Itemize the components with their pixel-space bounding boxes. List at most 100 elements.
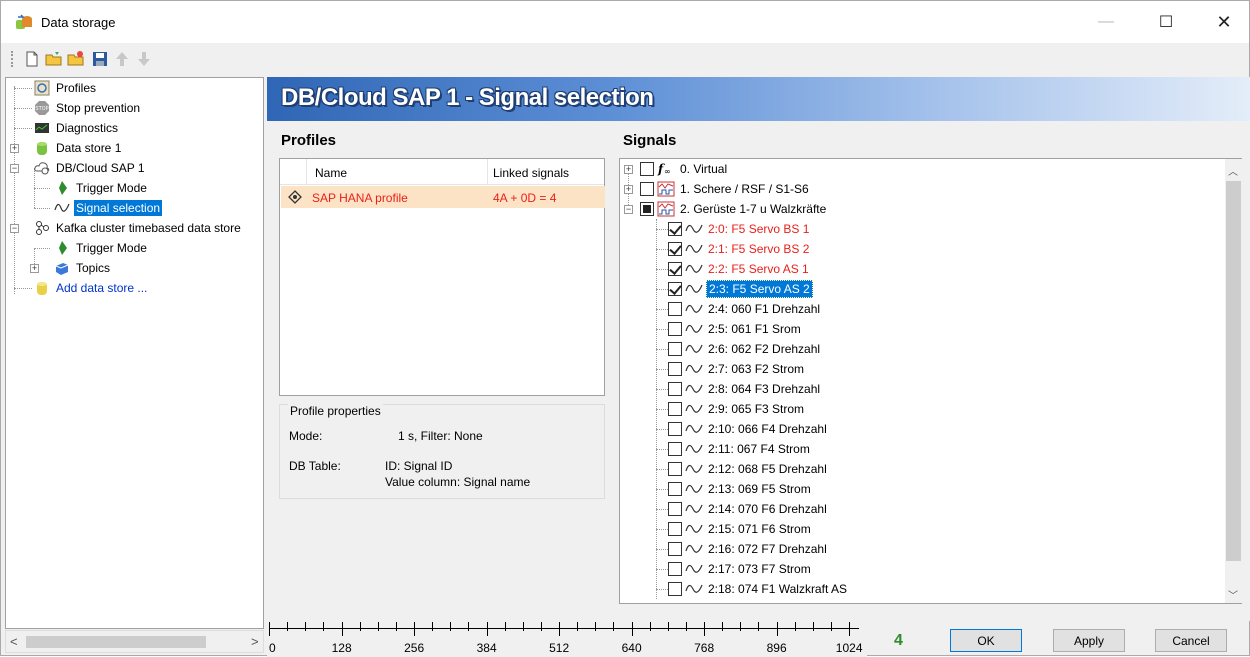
signal-item[interactable]: 2:13: 069 F5 Strom xyxy=(668,479,813,499)
tree-item-trigger-mode[interactable]: Trigger Mode xyxy=(54,178,149,198)
scrollbar-thumb[interactable] xyxy=(1226,181,1241,561)
collapse-toggle[interactable]: − xyxy=(10,224,19,233)
scroll-up-icon[interactable]: ︿ xyxy=(1228,163,1238,178)
ruler-tick xyxy=(849,622,850,636)
collapse-toggle[interactable]: − xyxy=(624,205,633,214)
signal-group-gerueste[interactable]: 2. Gerüste 1-7 u Walzkräfte xyxy=(640,199,828,219)
tree-item-db-cloud-sap-1[interactable]: DB/Cloud SAP 1 xyxy=(34,158,147,178)
expand-toggle[interactable]: + xyxy=(624,185,633,194)
cancel-button[interactable]: Cancel xyxy=(1155,629,1227,652)
signal-checkbox[interactable] xyxy=(668,362,682,376)
signal-checkbox[interactable] xyxy=(668,322,682,336)
signal-group-virtual[interactable]: f ∞ 0. Virtual xyxy=(640,159,729,179)
signal-item[interactable]: 2:18: 074 F1 Walzkraft AS xyxy=(668,579,849,599)
signal-label: 2:3: F5 Servo AS 2 xyxy=(706,280,813,298)
signal-item[interactable]: 2:14: 070 F6 Drehzahl xyxy=(668,499,829,519)
maximize-button[interactable]: ☐ xyxy=(1143,1,1189,43)
signal-item[interactable]: 2:16: 072 F7 Drehzahl xyxy=(668,539,829,559)
signals-vertical-scrollbar[interactable]: ︿ ﹀ xyxy=(1225,159,1242,603)
signal-item[interactable]: 2:15: 071 F6 Strom xyxy=(668,519,813,539)
tree-item-data-store-1[interactable]: Data store 1 xyxy=(34,138,123,158)
scroll-right-icon[interactable]: > xyxy=(251,634,259,649)
open-icon[interactable] xyxy=(45,50,63,68)
stop-icon: STOP xyxy=(35,101,49,115)
column-header-name[interactable]: Name xyxy=(315,166,347,180)
signal-item[interactable]: 2:9: 065 F3 Strom xyxy=(668,399,806,419)
minimize-button[interactable]: — xyxy=(1083,1,1129,43)
signal-wave-icon xyxy=(685,344,703,353)
signal-item[interactable]: 2:10: 066 F4 Drehzahl xyxy=(668,419,829,439)
ruler-label: 1024 xyxy=(835,641,863,655)
signal-item[interactable]: 2:5: 061 F1 Srom xyxy=(668,319,803,339)
signal-item[interactable]: 2:7: 063 F2 Strom xyxy=(668,359,806,379)
tree-item-diagnostics[interactable]: Diagnostics xyxy=(34,118,120,138)
ok-button[interactable]: OK xyxy=(950,629,1022,652)
tree-item-stop-prevention[interactable]: STOP Stop prevention xyxy=(34,98,142,118)
expand-toggle[interactable]: + xyxy=(30,264,39,273)
signal-item[interactable]: 2:12: 068 F5 Drehzahl xyxy=(668,459,829,479)
signal-checkbox[interactable] xyxy=(668,562,682,576)
signal-checkbox[interactable] xyxy=(668,242,682,256)
expand-toggle[interactable]: + xyxy=(624,165,633,174)
signal-checkbox[interactable] xyxy=(668,382,682,396)
tree-item-profiles[interactable]: Profiles xyxy=(34,78,98,98)
save-icon[interactable] xyxy=(91,50,109,68)
signal-item[interactable]: 2:2: F5 Servo AS 1 xyxy=(668,259,811,279)
signal-checkbox[interactable] xyxy=(668,342,682,356)
group-checkbox-partial[interactable] xyxy=(640,202,654,216)
signal-module-icon xyxy=(657,181,675,197)
title-bar: Data storage — ☐ ✕ xyxy=(1,1,1249,43)
profile-row-sap-hana[interactable]: SAP HANA profile 4A + 0D = 4 xyxy=(281,186,605,208)
scroll-left-icon[interactable]: < xyxy=(10,634,18,649)
tree-item-add-data-store[interactable]: Add data store ... xyxy=(34,278,149,298)
column-separator xyxy=(487,159,488,185)
tree-item-signal-selection[interactable]: Signal selection xyxy=(54,198,163,218)
signal-item[interactable]: 2:4: 060 F1 Drehzahl xyxy=(668,299,822,319)
signal-checkbox[interactable] xyxy=(668,402,682,416)
tree-item-kafka-trigger-mode[interactable]: Trigger Mode xyxy=(54,238,149,258)
group-checkbox[interactable] xyxy=(640,182,654,196)
signal-checkbox[interactable] xyxy=(668,522,682,536)
signal-checkbox[interactable] xyxy=(668,462,682,476)
expand-toggle[interactable]: + xyxy=(10,144,19,153)
ruler-tick xyxy=(522,622,524,631)
signal-checkbox[interactable] xyxy=(668,442,682,456)
column-header-linked-signals[interactable]: Linked signals xyxy=(493,166,569,180)
signal-checkbox[interactable] xyxy=(668,282,682,296)
ruler-tick xyxy=(486,622,488,636)
signal-checkbox[interactable] xyxy=(668,482,682,496)
close-button[interactable]: ✕ xyxy=(1201,1,1247,43)
signal-item[interactable]: 2:0: F5 Servo BS 1 xyxy=(668,219,811,239)
tree-item-topics[interactable]: Topics xyxy=(54,258,112,278)
signal-item[interactable]: 2:3: F5 Servo AS 2 xyxy=(668,279,813,299)
signal-checkbox[interactable] xyxy=(668,422,682,436)
profiles-list: Name Linked signals SAP HANA profile 4A … xyxy=(279,158,605,396)
signal-checkbox[interactable] xyxy=(668,542,682,556)
signal-item[interactable]: 2:1: F5 Servo BS 2 xyxy=(668,239,811,259)
scrollbar-thumb[interactable] xyxy=(26,636,206,648)
signal-item[interactable]: 2:6: 062 F2 Drehzahl xyxy=(668,339,822,359)
tree-line xyxy=(656,469,668,470)
signal-checkbox[interactable] xyxy=(668,262,682,276)
move-down-icon[interactable] xyxy=(135,50,153,68)
signal-checkbox[interactable] xyxy=(668,582,682,596)
signal-item[interactable]: 2:11: 067 F4 Strom xyxy=(668,439,812,459)
signal-label: 2:0: F5 Servo BS 1 xyxy=(708,222,810,236)
left-horizontal-scrollbar[interactable]: < > xyxy=(5,630,264,653)
new-icon[interactable] xyxy=(23,50,41,68)
collapse-toggle[interactable]: − xyxy=(10,164,19,173)
toolbar-grip[interactable] xyxy=(11,51,14,67)
signal-checkbox[interactable] xyxy=(668,222,682,236)
signal-checkbox[interactable] xyxy=(668,302,682,316)
tree-line xyxy=(14,108,32,109)
scroll-down-icon[interactable]: ﹀ xyxy=(1228,587,1238,602)
tree-item-kafka-cluster[interactable]: Kafka cluster timebased data store xyxy=(34,218,243,238)
open-folder-icon[interactable] xyxy=(67,50,85,68)
signal-group-schere[interactable]: 1. Schere / RSF / S1-S6 xyxy=(640,179,811,199)
signal-checkbox[interactable] xyxy=(668,502,682,516)
apply-button[interactable]: Apply xyxy=(1053,629,1125,652)
signal-item[interactable]: 2:8: 064 F3 Drehzahl xyxy=(668,379,822,399)
move-up-icon[interactable] xyxy=(113,50,131,68)
group-checkbox[interactable] xyxy=(640,162,654,176)
signal-item[interactable]: 2:17: 073 F7 Strom xyxy=(668,559,813,579)
